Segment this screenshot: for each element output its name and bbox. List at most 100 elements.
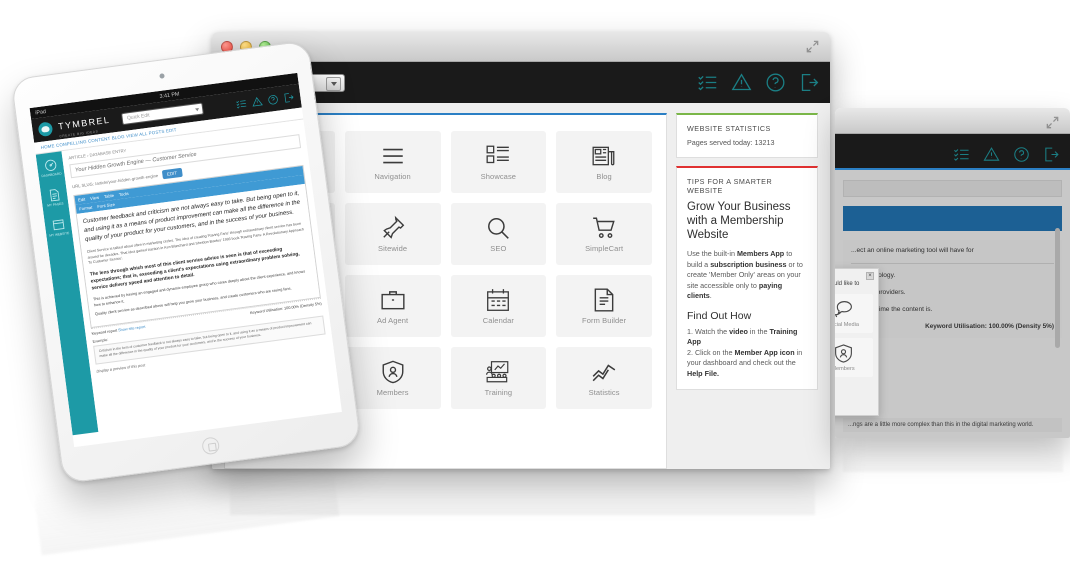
tips-subheading: Find Out How [687,309,752,322]
right-input-field[interactable] [843,180,1062,197]
app-tile-sitewide[interactable]: Sitewide [344,203,441,265]
warning-icon[interactable] [983,146,1000,163]
checklist-icon[interactable] [697,72,718,93]
app-tile-showcase[interactable]: Showcase [450,131,547,193]
tablet-device: iPad 3:41 PM TYMBREL CREATE BIG IDEAS Qu… [10,40,362,484]
sidebar-item-my-website[interactable]: MY WEBSITE [44,217,72,238]
briefcase-icon [380,287,406,313]
main-window-reflection [230,469,815,515]
tips-body: Use the built-in Members App to build a … [687,249,803,300]
tips-card: TIPS FOR A SMARTER WEBSITE Grow Your Bus… [676,166,818,390]
checklist-icon[interactable] [235,97,247,109]
app-tile-form-builder[interactable]: Form Builder [556,275,652,337]
popup-item-label: Social Media [835,322,860,328]
editor-format-item[interactable]: Format [79,205,93,212]
tips-steps: 1. Watch the video in the Training App 2.… [687,326,803,378]
tablet-body: DASHBOARD MY PAGES MY WEBSITE ARTICLE › … [35,119,341,436]
gauge-icon [43,158,58,173]
right-footer-note: ...ngs are a little more complex than th… [843,418,1062,432]
pages-served-line: Pages served today: 13213 [687,138,775,147]
camera-icon [158,73,165,79]
editor-menu-item[interactable]: Table [104,193,115,199]
shield-person-icon [380,359,406,385]
logout-icon[interactable] [1043,146,1060,163]
app-tile-simplecart[interactable]: SimpleCart [556,203,652,265]
popup-prompt: ...ou would like to [835,281,860,287]
sidebar-column: WEBSITE STATISTICS Pages served today: 1… [676,113,818,469]
app-tile-label: Showcase [480,172,517,181]
app-tile-label: Statistics [588,388,620,397]
app-tile-blog[interactable]: Blog [556,131,652,193]
divider [851,263,1054,264]
help-icon[interactable] [1013,146,1030,163]
popup-item-social-media[interactable]: Social Media [835,294,873,333]
tablet-screen: iPad 3:41 PM TYMBREL CREATE BIG IDEAS Qu… [29,72,342,448]
app-tile-statistics[interactable]: Statistics [556,347,652,409]
app-tile-label: Sitewide [378,244,408,253]
list-thumbnails-icon [485,143,511,169]
doc-line: ...ontent providers. [851,289,906,296]
editor-menu-item[interactable]: Tools [119,191,129,197]
shield-person-icon [835,343,854,364]
composite-scene: To: [0,0,1070,569]
edit-slug-button[interactable]: EDIT [161,167,183,180]
help-icon[interactable] [765,72,786,93]
app-tile-label: Navigation [374,172,411,181]
sidebar-item-dashboard[interactable]: DASHBOARD [36,157,64,178]
classroom-icon [485,359,511,385]
editor-format-item[interactable]: Font Size [97,202,115,209]
tablet-navbar-icons [235,91,295,110]
app-tile-training[interactable]: Training [450,347,547,409]
logout-icon[interactable] [283,91,295,103]
editor-menu-item[interactable]: View [90,195,100,201]
right-window-titlebar[interactable] [835,108,1070,134]
statistics-kicker: WEBSITE STATISTICS [687,124,771,133]
website-statistics-card: WEBSITE STATISTICS Pages served today: 1… [676,113,818,158]
calendar-icon [485,287,511,313]
editor-menu-item[interactable]: Edit [78,197,86,203]
carrier-label: iPad [34,108,47,116]
tablet-main-content: ARTICLE › DATABASE ENTRY Your Hidden Gro… [61,119,341,432]
checklist-icon[interactable] [953,146,970,163]
clock-label: 3:41 PM [159,90,180,100]
app-tile-label: Blog [596,172,612,181]
doc-line: ...ect an online marketing tool will hav… [851,247,974,254]
doc-line: ...e technology. [851,271,1054,281]
line-chart-icon [591,359,617,385]
warning-icon[interactable] [731,72,752,93]
home-button[interactable] [200,436,220,456]
help-icon[interactable] [267,93,279,105]
magnifier-icon [485,215,511,241]
app-tile-label: Ad Agent [377,316,409,325]
doc-line: ...ow sublime the content is. [851,306,933,313]
show-site-report-link[interactable]: Show site report [118,325,146,333]
fullscreen-icon[interactable] [1045,115,1060,130]
fullscreen-icon[interactable] [805,39,820,54]
warning-icon[interactable] [251,95,263,107]
popup-item-label: Members [835,366,855,372]
document-icon [47,188,62,203]
chat-bubbles-icon [835,299,854,320]
keyword-report-label: Keyword report [91,328,118,337]
scrollbar[interactable] [1055,228,1060,348]
app-tile-ad-agent[interactable]: Ad Agent [344,275,441,337]
app-tile-label: Calendar [482,316,514,325]
sidebar-item-my-pages[interactable]: MY PAGES [40,187,68,208]
tips-kicker: TIPS FOR A SMARTER WEBSITE [687,177,773,195]
selected-row-bar[interactable] [843,206,1062,231]
close-icon[interactable]: × [866,272,874,280]
popup-item-members[interactable]: Members [835,338,873,377]
menu-lines-icon [380,143,406,169]
accent-bar [835,168,1070,170]
app-tile-label: Form Builder [582,316,627,325]
app-tile-members[interactable]: Members [344,347,441,409]
app-tile-label: Members [376,388,409,397]
pushpin-icon [380,215,406,241]
app-tile-seo[interactable]: SEO [450,203,547,265]
app-tile-calendar[interactable]: Calendar [450,275,547,337]
right-window-reflection [843,438,1063,472]
right-window-body: ...ect an online marketing tool will hav… [835,168,1070,438]
app-tile-navigation[interactable]: Navigation [344,131,441,193]
toolbar-icon-group [697,62,820,103]
logout-icon[interactable] [799,72,820,93]
